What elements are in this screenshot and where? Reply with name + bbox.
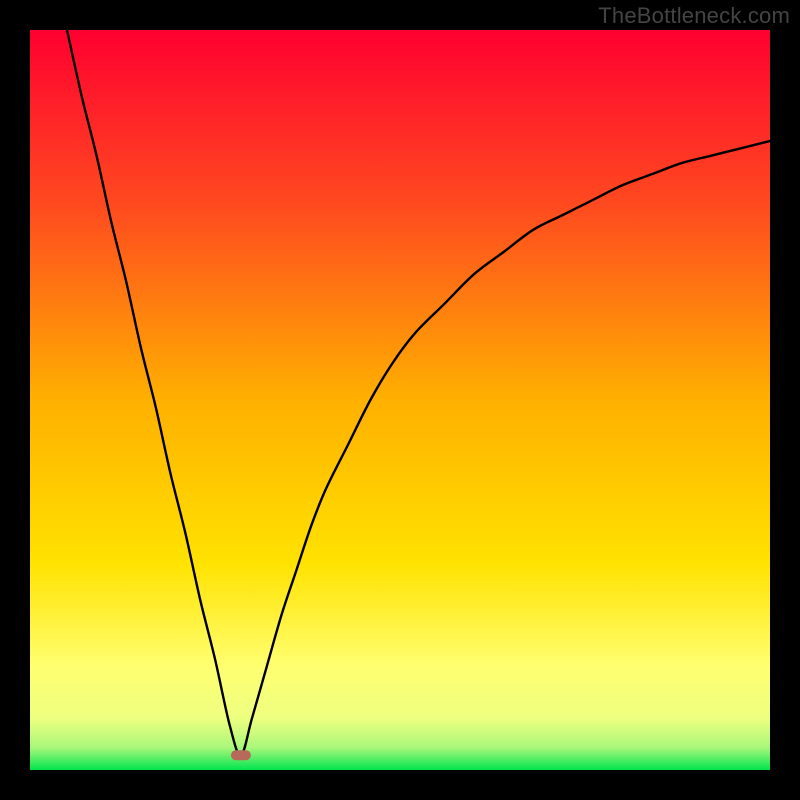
chart-svg [30,30,770,770]
optimum-marker [231,750,251,760]
watermark-text: TheBottleneck.com [598,3,790,29]
chart-background [30,30,770,770]
chart-frame [30,30,770,770]
